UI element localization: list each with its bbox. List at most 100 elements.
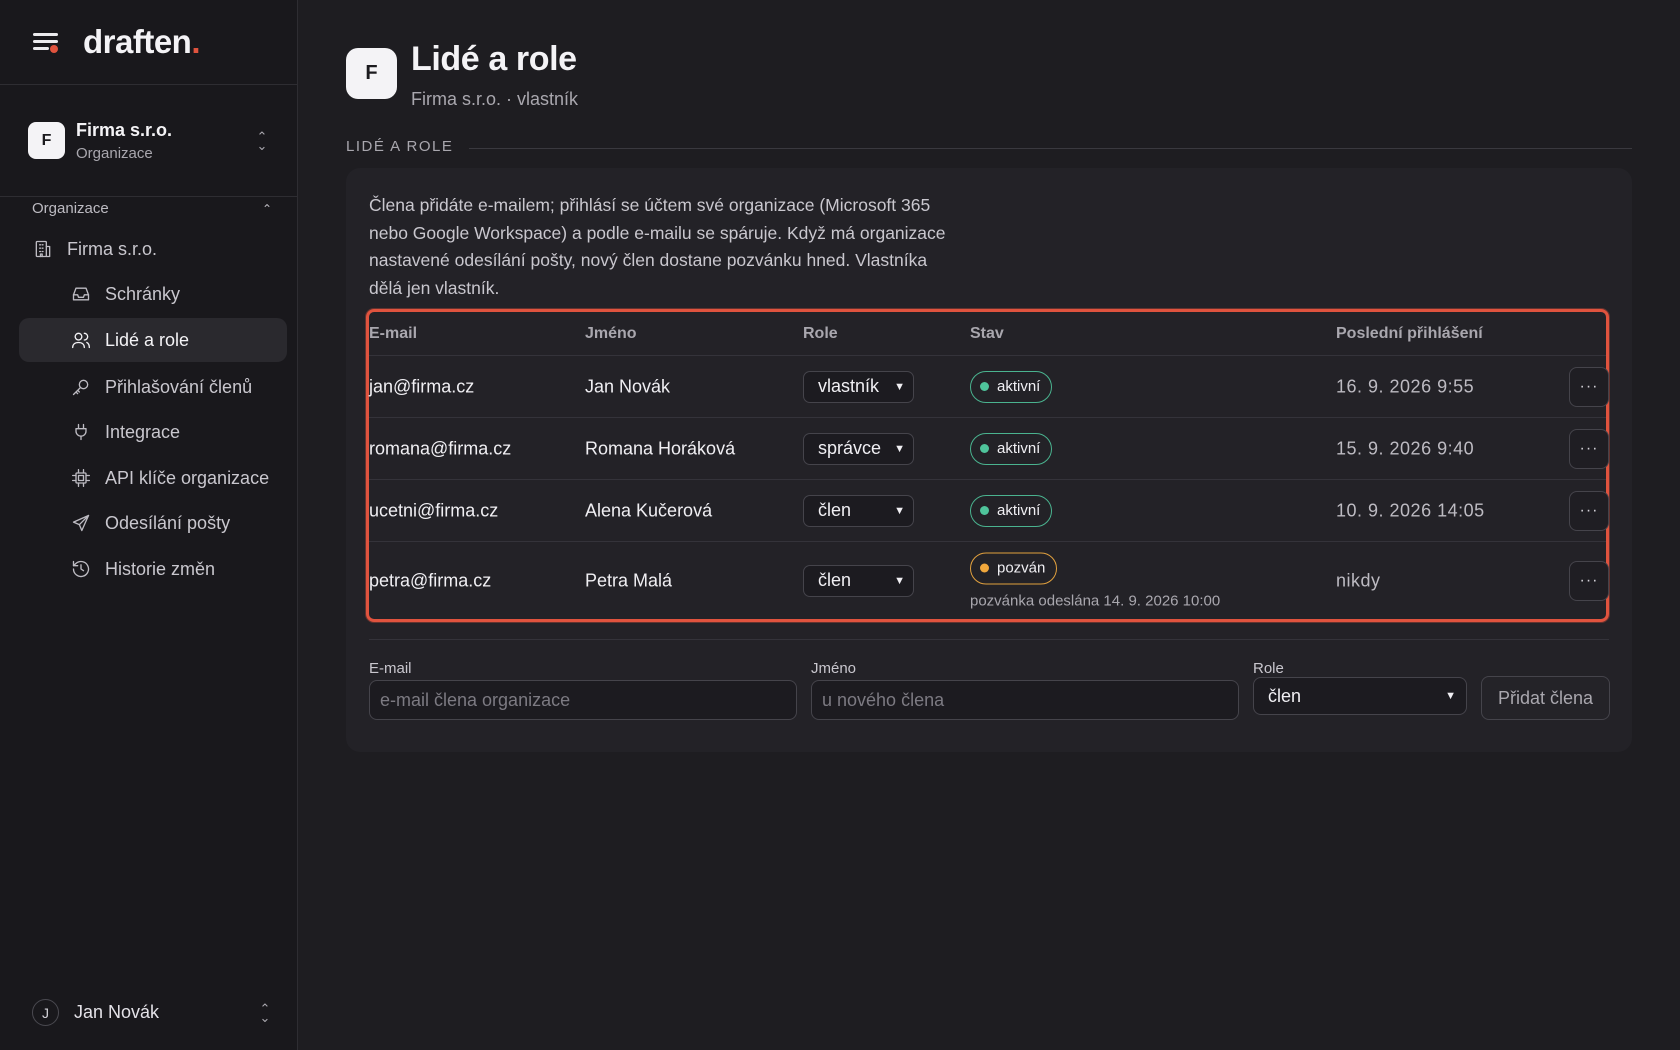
member-email: petra@firma.cz — [369, 570, 492, 590]
org-avatar: F — [346, 48, 397, 99]
more-icon: ··· — [1579, 439, 1599, 457]
intro-text: Člena přidáte e-mailem; přihlásí se účte… — [369, 195, 946, 298]
chip-icon — [70, 467, 92, 489]
nav-section-label: Organizace — [32, 200, 109, 217]
sidebar-item-label: API klíče organizace — [105, 467, 270, 488]
sidebar-item-odesilani-posty[interactable]: Odesílání pošty — [70, 501, 230, 545]
nav-section-organizace[interactable]: Organizace ⌃ — [32, 200, 272, 217]
chevron-down-icon: ▼ — [894, 574, 905, 587]
member-name: Alena Kučerová — [585, 500, 713, 520]
status-cell: aktivní — [970, 370, 1053, 403]
sidebar-item-org[interactable]: Firma s.r.o. — [32, 227, 157, 271]
chevron-down-icon: ▼ — [894, 504, 905, 517]
page-header: F Lidé a role Firma s.r.o. · vlastník — [346, 40, 578, 110]
chevron-down-icon: ▼ — [1445, 690, 1456, 702]
member-email: jan@firma.cz — [369, 376, 475, 396]
send-icon — [70, 512, 92, 534]
chevron-up-icon: ⌃ — [261, 201, 272, 216]
column-header-last-login: Poslední přihlášení — [1336, 324, 1483, 342]
hamburger-menu-icon[interactable] — [33, 31, 59, 53]
status-cell: aktivní — [970, 432, 1053, 465]
role-select-value: člen — [1268, 685, 1302, 706]
plug-icon — [70, 421, 92, 443]
section-heading: LIDÉ A ROLE — [346, 138, 1632, 155]
name-field-label: Jméno — [811, 660, 857, 677]
avatar: J — [32, 999, 59, 1026]
users-icon — [70, 329, 92, 351]
status-badge: aktivní — [970, 370, 1053, 403]
name-field[interactable]: u nového člena — [811, 680, 1239, 720]
sidebar-item-label: Historie změn — [105, 558, 216, 579]
sidebar: draften. F Firma s.r.o. Organizace ⌃ ⌄ Or… — [0, 0, 298, 1050]
more-icon: ··· — [1579, 571, 1599, 589]
sidebar-item-lide-a-role[interactable]: Lidé a role — [19, 318, 287, 362]
sidebar-item-api-klice[interactable]: API klíče organizace — [70, 456, 269, 500]
sidebar-item-integrace[interactable]: Integrace — [70, 410, 180, 454]
org-name: Firma s.r.o. — [76, 119, 173, 140]
sidebar-item-schranky[interactable]: Schránky — [70, 272, 180, 316]
status-dot-icon — [980, 444, 989, 453]
status-cell: aktivní — [970, 494, 1053, 527]
member-email: romana@firma.cz — [369, 438, 512, 458]
role-select[interactable]: vlastník ▼ — [803, 370, 914, 403]
inbox-icon — [70, 283, 92, 305]
status-dot-icon — [980, 506, 989, 515]
role-select[interactable]: člen ▼ — [803, 494, 914, 527]
sidebar-item-label: Lidé a role — [105, 329, 190, 350]
main-content: F Lidé a role Firma s.r.o. · vlastník LI… — [298, 0, 1680, 1050]
table-row: jan@firma.cz Jan Novák vlastník ▼ aktivn… — [369, 356, 1609, 418]
column-header-email: E-mail — [369, 324, 418, 342]
sidebar-item-prihlasovani[interactable]: Přihlašování členů — [70, 365, 252, 409]
chevron-down-icon: ▼ — [894, 442, 905, 455]
last-login: 16. 9. 2026 9:55 — [1336, 376, 1475, 396]
sidebar-item-label: Integrace — [105, 421, 181, 442]
sidebar-item-label: Odesílání pošty — [105, 512, 231, 533]
member-name: Jan Novák — [585, 376, 671, 396]
more-actions-button[interactable]: ··· — [1569, 490, 1609, 531]
sidebar-item-label: Schránky — [105, 283, 181, 304]
status-badge: pozván — [970, 552, 1058, 584]
role-select-new-member[interactable]: člen ▼ — [1253, 677, 1467, 715]
divider — [369, 639, 1609, 640]
role-field-label: Role — [1253, 660, 1284, 677]
member-name: Romana Horáková — [585, 438, 736, 458]
sidebar-item-label: Přihlašování členů — [105, 376, 253, 397]
key-icon — [70, 376, 92, 398]
more-icon: ··· — [1579, 501, 1599, 519]
page-title: Lidé a role — [411, 40, 577, 78]
column-header-name: Jméno — [585, 324, 637, 342]
name-field-placeholder: u nového člena — [822, 689, 945, 710]
user-menu[interactable]: J Jan Novák ⌃ ⌄ — [32, 999, 272, 1026]
add-member-button[interactable]: Přidat člena — [1481, 676, 1610, 720]
status-dot-icon — [980, 382, 989, 391]
brand-row: draften. — [0, 0, 297, 85]
last-login: 15. 9. 2026 9:40 — [1336, 438, 1475, 458]
sidebar-item-historie-zmen[interactable]: Historie změn — [70, 547, 215, 591]
role-select[interactable]: správce ▼ — [803, 432, 914, 465]
role-select[interactable]: člen ▼ — [803, 564, 914, 597]
status-badge: aktivní — [970, 432, 1053, 465]
table-row: ucetni@firma.cz Alena Kučerová člen ▼ ak… — [369, 480, 1609, 542]
email-field[interactable]: e-mail člena organizace — [369, 680, 797, 720]
last-login: 10. 9. 2026 14:05 — [1336, 500, 1485, 520]
user-name: Jan Novák — [74, 1002, 160, 1022]
section-label: LIDÉ A ROLE — [346, 138, 454, 155]
members-card: Člena přidáte e-mailem; přihlásí se účte… — [346, 168, 1632, 752]
org-subtitle: Organizace — [76, 144, 153, 162]
role-select-value: vlastník — [818, 376, 880, 396]
sidebar-item-label: Firma s.r.o. — [67, 238, 158, 259]
role-select-value: člen — [818, 500, 852, 520]
status-badge: aktivní — [970, 494, 1053, 527]
more-icon: ··· — [1579, 377, 1599, 395]
more-actions-button[interactable]: ··· — [1569, 560, 1609, 601]
building-icon — [32, 238, 54, 260]
chevron-updown-icon: ⌃ ⌄ — [256, 128, 268, 153]
members-table: E-mail Jméno Role Stav Poslední přihláše… — [366, 309, 1609, 622]
more-actions-button[interactable]: ··· — [1569, 366, 1609, 407]
chevron-updown-icon: ⌃ ⌄ — [259, 1000, 271, 1025]
app-logo[interactable]: draften. — [83, 23, 200, 61]
more-actions-button[interactable]: ··· — [1569, 428, 1609, 469]
status-dot-icon — [980, 563, 989, 573]
org-switcher[interactable]: F Firma s.r.o. Organizace ⌃ ⌄ — [0, 85, 297, 197]
table-row: petra@firma.cz Petra Malá člen ▼ pozván … — [369, 542, 1609, 619]
